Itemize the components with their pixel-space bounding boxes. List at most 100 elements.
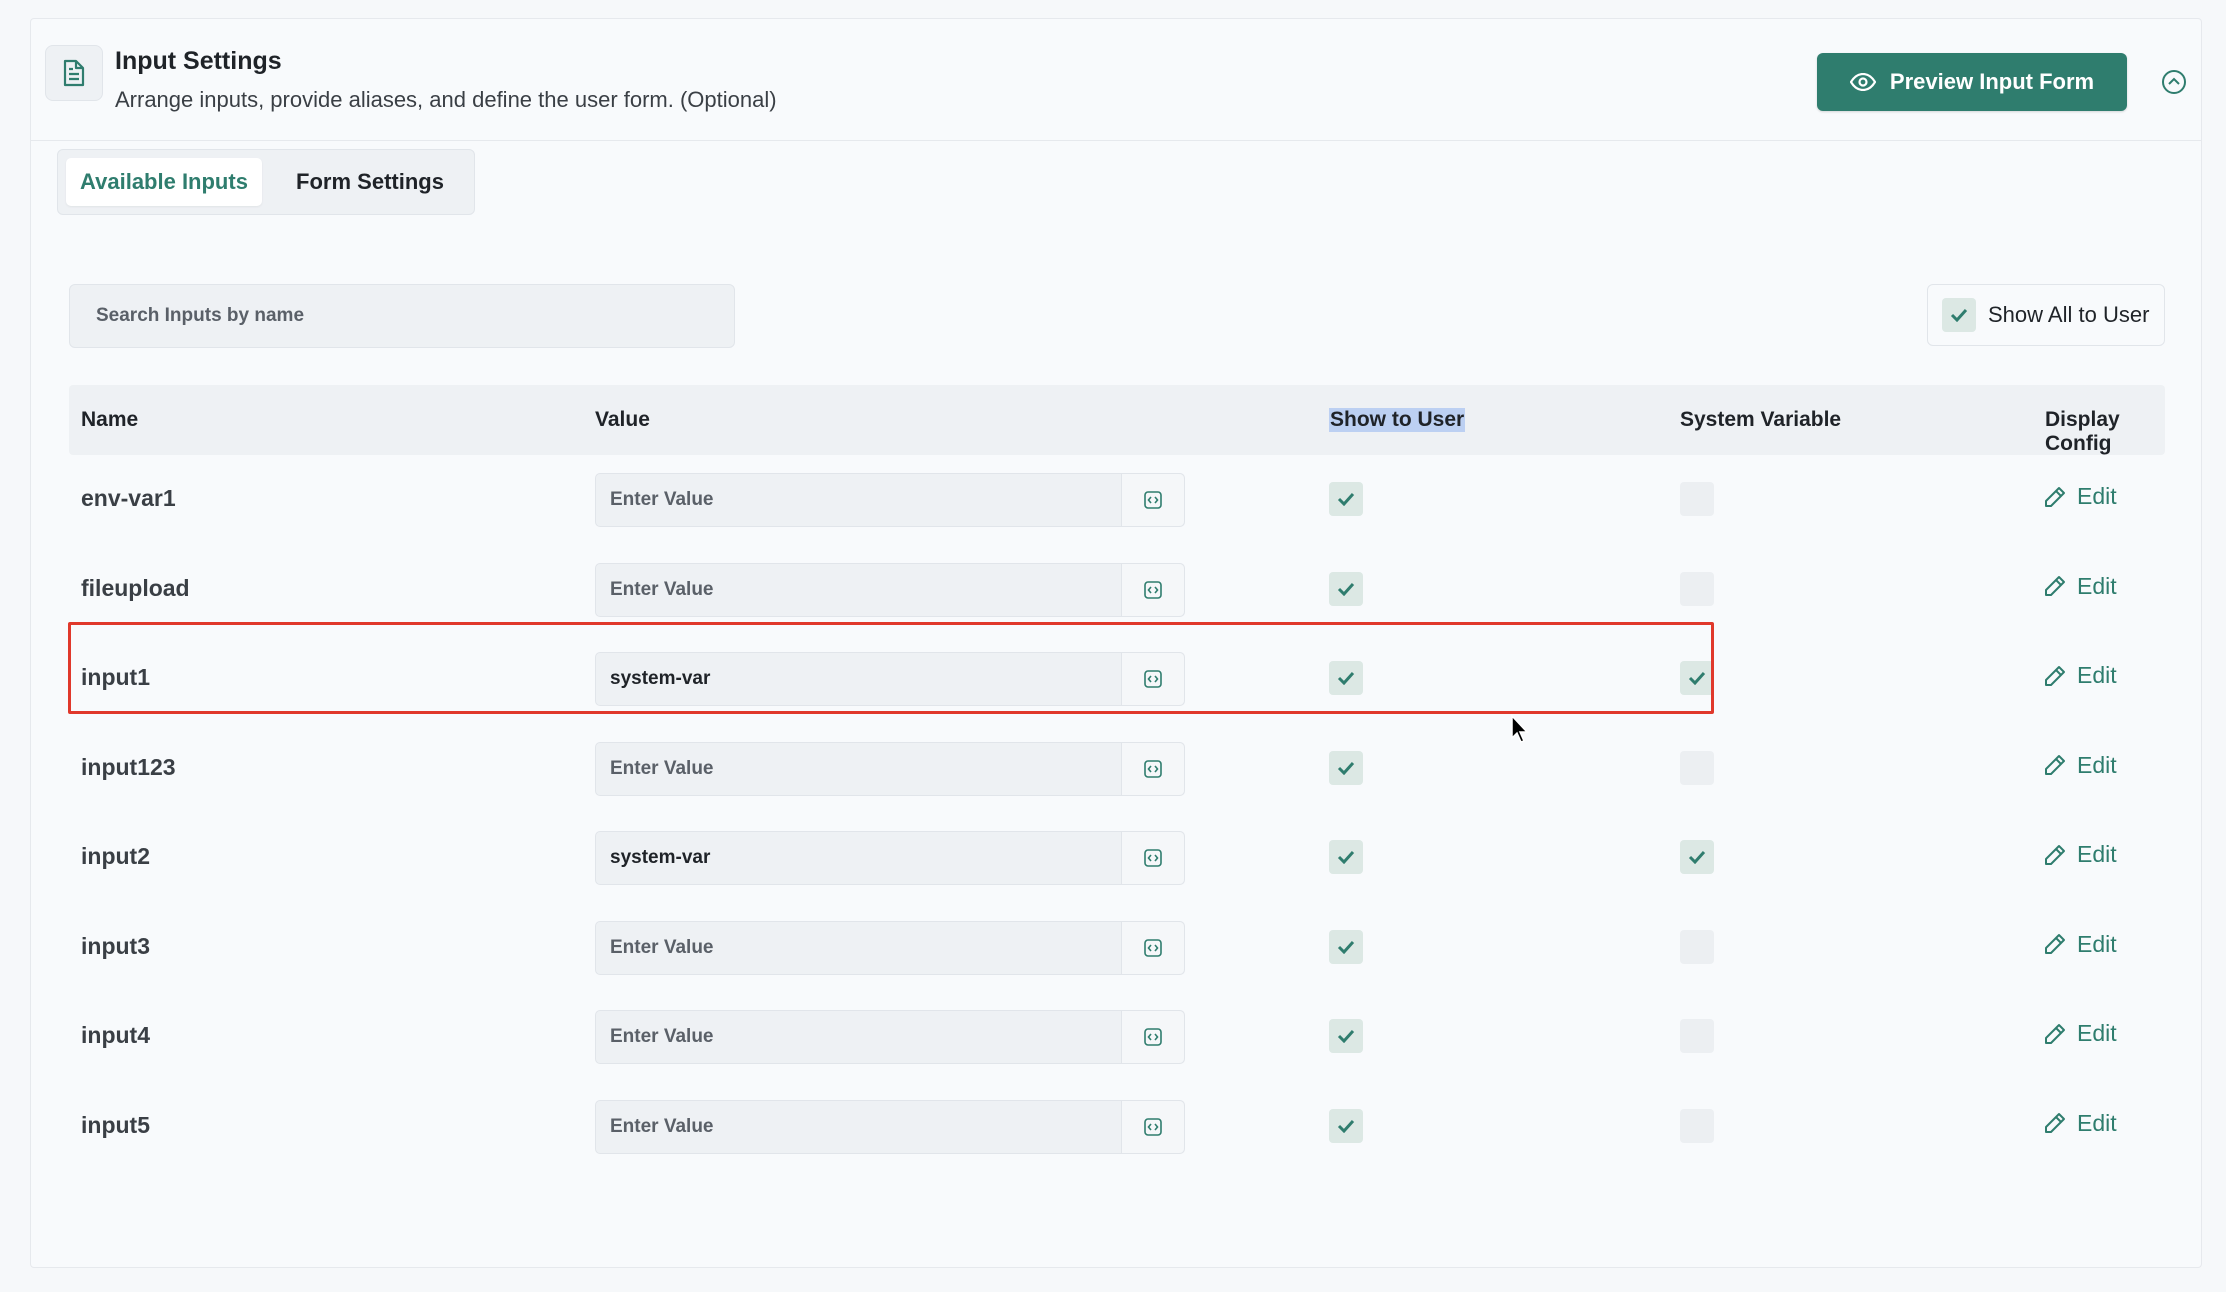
column-header-system-variable: System Variable: [1680, 408, 1842, 431]
checkmark-icon: [1688, 671, 1706, 685]
chevron-up-circle-icon[interactable]: [2161, 69, 2187, 95]
checkmark-icon: [1337, 671, 1355, 685]
variable-icon: [1144, 759, 1162, 778]
table-row: env-var1 Edit: [69, 455, 2165, 545]
insert-variable-button[interactable]: [1122, 742, 1184, 795]
value-input[interactable]: [596, 832, 1122, 884]
show-to-user-checkbox[interactable]: [1329, 750, 1363, 785]
table-row: input1 Edit: [69, 634, 2165, 724]
system-variable-checkbox[interactable]: [1680, 1108, 1714, 1143]
variable-icon: [1144, 670, 1162, 688]
input-name: input1: [81, 664, 150, 690]
edit-label: Edit: [2077, 841, 2117, 867]
system-variable-checkbox[interactable]: [1680, 661, 1714, 695]
show-all-label: Show All to User: [1988, 302, 2150, 327]
checkmark-icon: [1688, 850, 1706, 864]
eye-icon: [1849, 73, 1876, 91]
show-to-user-checkbox[interactable]: [1329, 571, 1363, 606]
edit-display-config-button[interactable]: Edit: [2043, 1020, 2117, 1047]
input-name: input123: [81, 753, 176, 780]
system-variable-checkbox[interactable]: [1680, 571, 1714, 606]
value-input[interactable]: [596, 563, 1122, 616]
insert-variable-button[interactable]: [1122, 563, 1184, 616]
value-input[interactable]: [596, 1011, 1122, 1063]
search-input[interactable]: Search Inputs by name: [69, 284, 735, 348]
table-body: env-var1EditfileuploadEditinput1Editinpu…: [69, 455, 2165, 1171]
edit-label: Edit: [2077, 483, 2117, 509]
value-field: [595, 473, 1185, 527]
mouse-cursor-icon: [1511, 714, 1529, 743]
checkmark-icon: [1337, 582, 1355, 596]
edit-display-config-button[interactable]: Edit: [2043, 573, 2117, 600]
show-to-user-checkbox[interactable]: [1329, 1108, 1363, 1143]
show-to-user-checkbox[interactable]: [1329, 482, 1363, 516]
show-to-user-checkbox[interactable]: [1329, 929, 1363, 964]
variable-icon: [1144, 1117, 1162, 1136]
insert-variable-button[interactable]: [1122, 921, 1184, 974]
preview-input-form-button[interactable]: Preview Input Form: [1817, 53, 2127, 111]
panel-header: Input Settings Arrange inputs, provide a…: [31, 19, 2201, 141]
show-to-user-checkbox[interactable]: [1329, 840, 1363, 874]
column-header-display-config: Display Config: [2045, 408, 2120, 455]
value-field: [595, 831, 1185, 885]
variable-icon: [1144, 580, 1162, 599]
show-to-user-checkbox[interactable]: [1329, 1019, 1363, 1053]
show-all-checkbox[interactable]: [1942, 298, 1976, 332]
value-input[interactable]: [596, 742, 1122, 795]
value-field: [595, 741, 1185, 796]
value-field: [595, 562, 1185, 617]
pencil-icon: [2045, 665, 2065, 686]
table-row: fileupload Edit: [69, 545, 2165, 635]
edit-display-config-button[interactable]: Edit: [2043, 931, 2117, 958]
value-input[interactable]: [596, 1100, 1122, 1153]
tab-list: Available Inputs Form Settings: [57, 149, 475, 215]
edit-display-config-button[interactable]: Edit: [2043, 841, 2117, 868]
value-input[interactable]: [596, 474, 1122, 526]
table-row: input5 Edit: [69, 1082, 2165, 1172]
table-row: input123 Edit: [69, 724, 2165, 814]
column-header-value: Value: [595, 408, 650, 431]
insert-variable-button[interactable]: [1122, 474, 1184, 526]
input-name: input5: [81, 1111, 150, 1138]
pencil-icon: [2045, 486, 2065, 507]
system-variable-checkbox[interactable]: [1680, 482, 1714, 516]
pencil-icon: [2045, 755, 2065, 775]
checkmark-icon: [1950, 308, 1968, 322]
inputs-table: Name Value Show to User System Variable …: [69, 385, 2165, 1171]
pencil-icon: [2045, 576, 2065, 596]
checkmark-icon: [1337, 1119, 1355, 1133]
preview-button-label: Preview Input Form: [1889, 69, 2095, 94]
edit-display-config-button[interactable]: Edit: [2043, 752, 2117, 779]
system-variable-checkbox[interactable]: [1680, 840, 1714, 874]
insert-variable-button[interactable]: [1122, 832, 1184, 884]
show-all-to-user-toggle[interactable]: Show All to User: [1927, 284, 2165, 346]
value-field: [595, 652, 1185, 706]
page-subtitle: Arrange inputs, provide aliases, and def…: [115, 87, 777, 112]
pencil-icon: [2045, 1023, 2065, 1044]
pencil-icon: [2045, 844, 2065, 865]
tab-form-settings[interactable]: Form Settings: [272, 158, 468, 206]
variable-icon: [1144, 938, 1162, 957]
system-variable-checkbox[interactable]: [1680, 750, 1714, 785]
system-variable-checkbox[interactable]: [1680, 929, 1714, 964]
insert-variable-button[interactable]: [1122, 1011, 1184, 1063]
value-input[interactable]: [596, 653, 1122, 705]
insert-variable-button[interactable]: [1122, 653, 1184, 705]
edit-display-config-button[interactable]: Edit: [2043, 662, 2117, 689]
tab-available-inputs[interactable]: Available Inputs: [66, 158, 262, 206]
table-row: input4 Edit: [69, 992, 2165, 1082]
edit-label: Edit: [2077, 662, 2117, 688]
page-title: Input Settings: [115, 47, 282, 75]
column-header-name: Name: [81, 408, 139, 431]
document-icon: [45, 45, 103, 101]
show-to-user-checkbox[interactable]: [1329, 661, 1363, 695]
insert-variable-button[interactable]: [1122, 1100, 1184, 1153]
table-header: Name Value Show to User System Variable …: [69, 385, 2165, 455]
edit-display-config-button[interactable]: Edit: [2043, 1110, 2117, 1137]
edit-label: Edit: [2077, 572, 2117, 599]
checkmark-icon: [1337, 940, 1355, 954]
input-name: env-var1: [81, 485, 176, 511]
system-variable-checkbox[interactable]: [1680, 1019, 1714, 1053]
value-input[interactable]: [596, 921, 1122, 974]
edit-display-config-button[interactable]: Edit: [2043, 483, 2117, 510]
